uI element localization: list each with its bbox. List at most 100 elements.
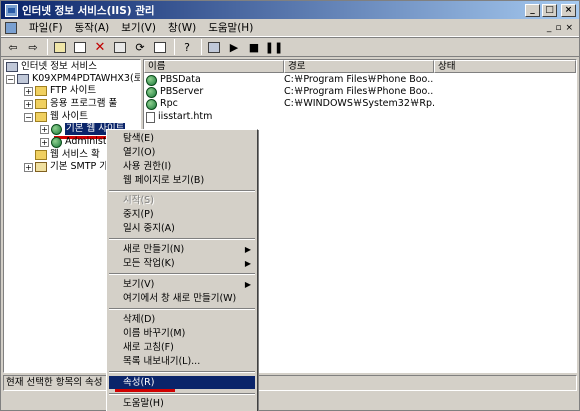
- pause-icon[interactable]: ❚❚: [265, 39, 283, 55]
- column-header-path[interactable]: 경로: [284, 60, 434, 73]
- tree-web-service-ext[interactable]: 웹 서비스 확: [35, 149, 100, 161]
- tree-label-smtp: 기본 SMTP 가: [50, 161, 109, 172]
- virtual-dir-icon: [146, 86, 157, 98]
- list-item-name: PBServer: [160, 86, 204, 97]
- tree-app-pools[interactable]: + 응용 프로그램 풀: [24, 98, 117, 110]
- delete-icon[interactable]: ✕: [92, 39, 108, 55]
- list-item[interactable]: iisstart.htm: [144, 111, 434, 123]
- iis-app-icon: [5, 3, 18, 17]
- tree-computer[interactable]: − K09XPM4PDTAWHX3(로: [6, 73, 140, 85]
- expand-toggle[interactable]: +: [24, 99, 33, 109]
- refresh-icon[interactable]: ⟳: [132, 39, 148, 55]
- list-item-path: C:￦Program Files￦Phone Boo...: [284, 74, 434, 85]
- globe-icon: [51, 136, 62, 148]
- menu-item-view-label: 보기(V): [123, 279, 155, 290]
- submenu-arrow-icon: ▶: [244, 245, 251, 254]
- menu-item-rename[interactable]: 이름 바꾸기(M): [109, 327, 255, 340]
- iis-root-icon: [6, 62, 18, 72]
- column-header-name[interactable]: 이름: [144, 60, 284, 73]
- list-item-path: C:￦WINDOWS￦System32￦Rp...: [284, 98, 434, 109]
- menu-item-stop[interactable]: 중지(P): [109, 208, 255, 221]
- play-icon[interactable]: ▶: [226, 39, 242, 55]
- menu-item-view[interactable]: 보기(V) ▶: [109, 278, 255, 291]
- tree-label-admin-site: Administ: [65, 136, 107, 147]
- folder-icon: [35, 99, 47, 109]
- folder-icon: [35, 86, 47, 96]
- list-header: 이름 경로 상태: [144, 60, 576, 73]
- export-list-icon[interactable]: [152, 39, 168, 55]
- menu-separator: [109, 393, 255, 395]
- list-item-path: [284, 111, 434, 123]
- menu-item-pause[interactable]: 일시 중지(A): [109, 222, 255, 235]
- mmc-system-icon[interactable]: [5, 21, 17, 34]
- list-item[interactable]: Rpc C:￦WINDOWS￦System32￦Rp...: [144, 98, 434, 110]
- collapse-toggle[interactable]: −: [24, 112, 33, 122]
- back-arrow-icon[interactable]: ⇦: [5, 39, 21, 55]
- collapse-toggle[interactable]: −: [6, 74, 15, 84]
- expand-toggle[interactable]: +: [40, 137, 49, 147]
- tree-root[interactable]: 인터넷 정보 서비스: [6, 61, 97, 73]
- tree-label-web-sites: 웹 사이트: [50, 111, 88, 122]
- menu-file[interactable]: 파일(F): [23, 20, 69, 35]
- menu-item-new-window[interactable]: 여기에서 창 새로 만들기(W): [109, 292, 255, 305]
- menu-item-permissions[interactable]: 사용 권한(I): [109, 160, 255, 173]
- maximize-button[interactable]: □: [542, 3, 557, 17]
- toolbar-separator: [174, 39, 175, 55]
- tree-ftp-sites[interactable]: + FTP 사이트: [24, 85, 96, 97]
- menu-item-open[interactable]: 열기(O): [109, 146, 255, 159]
- minimize-button[interactable]: _: [525, 3, 540, 17]
- close-button[interactable]: ×: [561, 3, 576, 17]
- list-item-name: iisstart.htm: [158, 111, 213, 122]
- menu-view[interactable]: 보기(V): [115, 20, 162, 35]
- menu-item-export-list[interactable]: 목록 내보내기(L)...: [109, 355, 255, 368]
- help-icon[interactable]: ?: [179, 39, 195, 55]
- list-item-path: C:￦Program Files￦Phone Boo...: [284, 86, 434, 97]
- mdi-controls: _ ▫ ×: [547, 23, 579, 33]
- toolbar-separator: [47, 39, 48, 55]
- tree-web-sites[interactable]: − 웹 사이트: [24, 111, 88, 123]
- stop-icon[interactable]: ■: [246, 39, 262, 55]
- status-text: 현재 선택한 항목의 속성: [6, 377, 103, 388]
- menu-item-explore[interactable]: 탐색(E): [109, 132, 255, 145]
- title-bar[interactable]: 인터넷 정보 서비스(IIS) 관리 _ □ ×: [1, 1, 579, 19]
- tree-label-web-ext: 웹 서비스 확: [50, 149, 100, 160]
- menu-item-all-tasks[interactable]: 모든 작업(K) ▶: [109, 257, 255, 270]
- list-item[interactable]: PBServer C:￦Program Files￦Phone Boo...: [144, 86, 434, 98]
- mdi-minimize-button[interactable]: _: [547, 23, 552, 33]
- forward-arrow-icon[interactable]: ⇨: [25, 39, 41, 55]
- list-item[interactable]: PBSData C:￦Program Files￦Phone Boo...: [144, 74, 434, 86]
- mdi-close-button[interactable]: ×: [565, 23, 573, 33]
- expand-toggle[interactable]: +: [24, 162, 33, 172]
- expand-toggle[interactable]: +: [24, 86, 33, 96]
- menu-item-new[interactable]: 새로 만들기(N) ▶: [109, 243, 255, 256]
- column-header-status[interactable]: 상태: [434, 60, 576, 73]
- menu-item-help[interactable]: 도움말(H): [109, 397, 255, 410]
- menu-separator: [109, 273, 255, 275]
- folder-icon: [35, 150, 47, 160]
- tree-label-root: 인터넷 정보 서비스: [21, 61, 97, 72]
- computer-icon[interactable]: [206, 39, 222, 55]
- menu-separator: [109, 238, 255, 240]
- menu-action[interactable]: 동작(A): [69, 20, 116, 35]
- list-item-name: PBSData: [160, 74, 201, 85]
- up-folder-icon[interactable]: [52, 39, 68, 55]
- computer-icon: [17, 74, 29, 84]
- menu-item-properties[interactable]: 속성(R): [109, 376, 255, 389]
- menu-item-refresh[interactable]: 새로 고침(F): [109, 341, 255, 354]
- show-tree-icon[interactable]: [72, 39, 88, 55]
- menu-window[interactable]: 창(W): [162, 20, 202, 35]
- iis-manager-window: 인터넷 정보 서비스(IIS) 관리 _ □ × 파일(F) 동작(A) 보기(…: [0, 0, 580, 411]
- virtual-dir-icon: [146, 74, 157, 86]
- menu-help[interactable]: 도움말(H): [202, 20, 259, 35]
- properties-icon[interactable]: [112, 39, 128, 55]
- menu-item-delete[interactable]: 삭제(D): [109, 313, 255, 326]
- menu-item-start: 시작(S): [123, 195, 154, 206]
- menu-item-browse[interactable]: 웹 페이지로 보기(B): [109, 174, 255, 187]
- mdi-restore-button[interactable]: ▫: [555, 23, 561, 33]
- tree-admin-site[interactable]: + Administ: [40, 136, 107, 148]
- menu-bar: 파일(F) 동작(A) 보기(V) 창(W) 도움말(H) _ ▫ ×: [1, 19, 579, 37]
- expand-toggle[interactable]: +: [40, 124, 49, 134]
- submenu-arrow-icon: ▶: [244, 280, 251, 289]
- tree-smtp[interactable]: + 기본 SMTP 가: [24, 161, 108, 173]
- virtual-dir-icon: [146, 98, 157, 110]
